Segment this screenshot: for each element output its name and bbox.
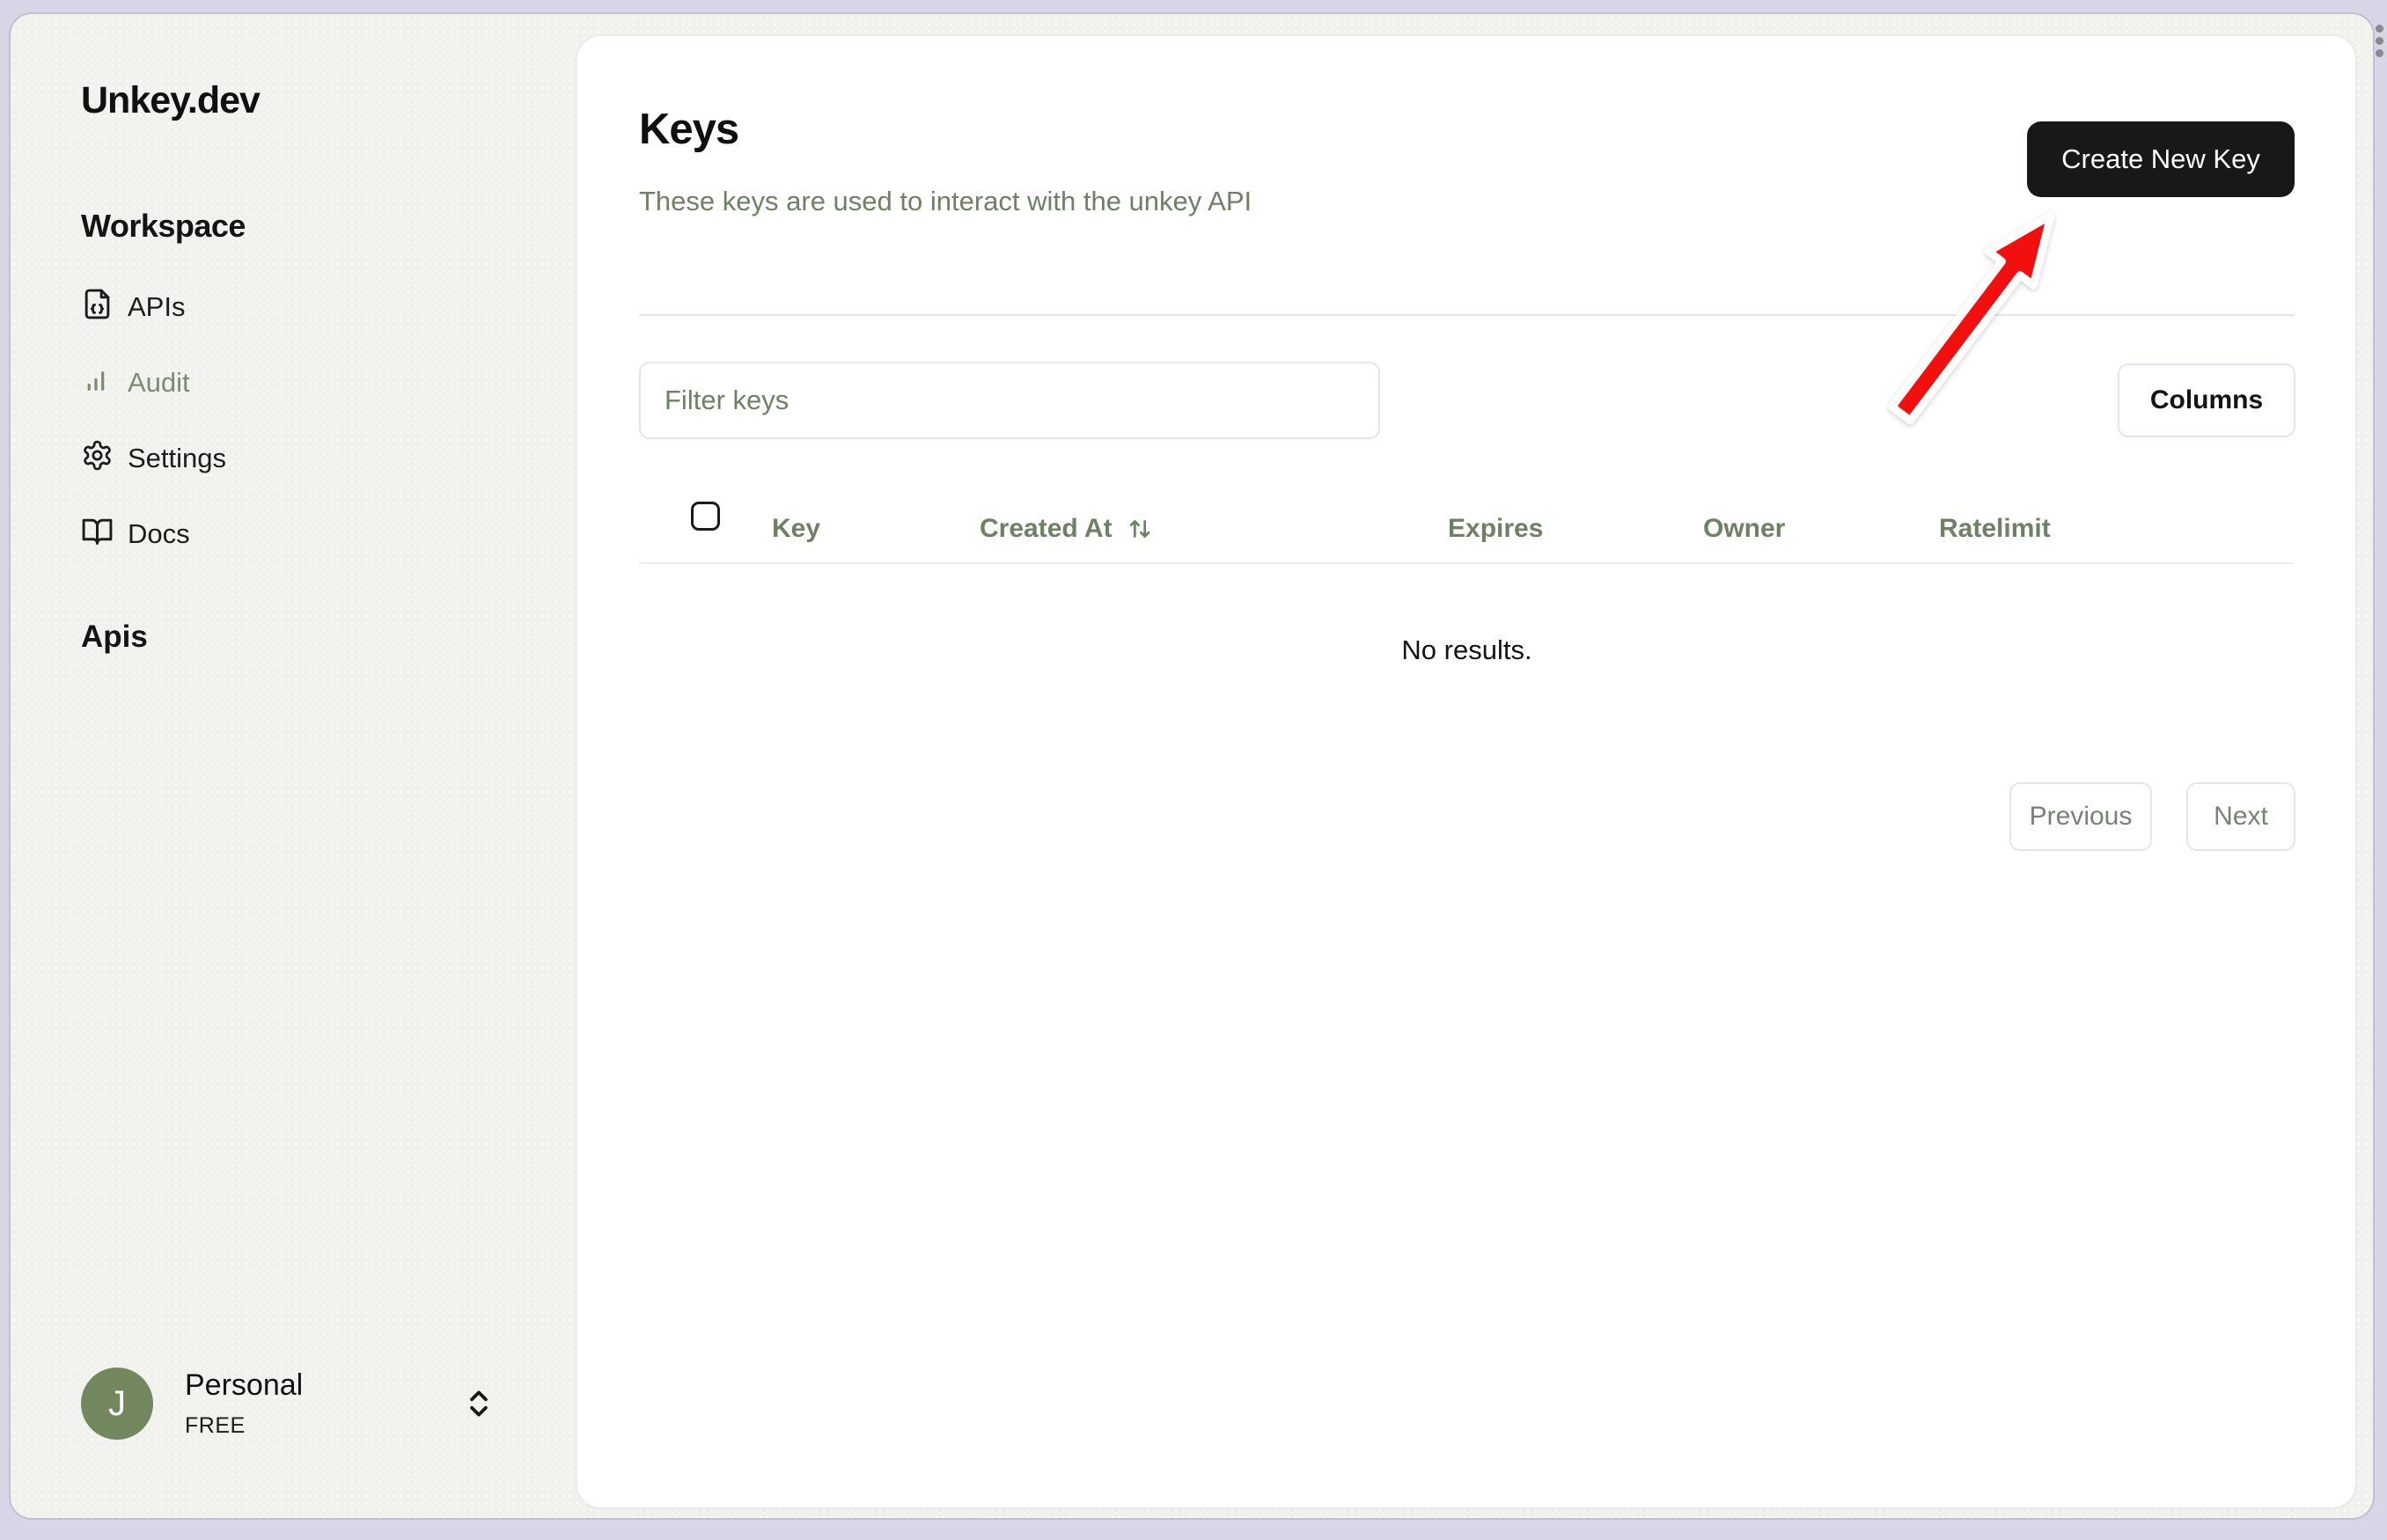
bar-chart-icon bbox=[81, 363, 114, 403]
workspace-heading: Workspace bbox=[81, 208, 246, 244]
arrows-up-down-icon bbox=[1125, 514, 1155, 544]
avatar: J bbox=[81, 1368, 153, 1440]
app-window: Unkey.dev Workspace APIs Audit Settings … bbox=[9, 12, 2375, 1520]
scroll-indicator-dots bbox=[2376, 25, 2383, 62]
sidebar-item-label: APIs bbox=[128, 291, 186, 322]
filter-keys-input[interactable] bbox=[639, 362, 1380, 439]
previous-page-button[interactable]: Previous bbox=[2009, 782, 2152, 851]
gear-icon bbox=[81, 439, 114, 479]
sidebar: Unkey.dev Workspace APIs Audit Settings … bbox=[11, 14, 577, 1518]
sidebar-item-apis[interactable]: APIs bbox=[81, 269, 503, 345]
book-open-icon bbox=[81, 515, 114, 554]
account-text: Personal FREE bbox=[185, 1368, 303, 1439]
column-header-key: Key bbox=[772, 514, 821, 543]
main-panel: Keys These keys are used to interact wit… bbox=[577, 35, 2356, 1508]
columns-button[interactable]: Columns bbox=[2118, 363, 2295, 437]
sidebar-item-label: Docs bbox=[128, 518, 190, 549]
column-header-label: Created At bbox=[980, 514, 1113, 543]
page-subtitle: These keys are used to interact with the… bbox=[639, 186, 1252, 216]
column-header-ratelimit: Ratelimit bbox=[1939, 514, 2051, 543]
apis-section-heading: Apis bbox=[81, 620, 148, 654]
empty-state-message: No results. bbox=[1401, 634, 1532, 665]
column-header-created-at[interactable]: Created At bbox=[980, 514, 1155, 544]
select-all-checkbox[interactable] bbox=[691, 502, 720, 531]
sidebar-item-label: Audit bbox=[128, 367, 190, 398]
page-title: Keys bbox=[639, 106, 739, 153]
sidebar-item-settings[interactable]: Settings bbox=[81, 421, 503, 496]
sidebar-item-docs[interactable]: Docs bbox=[81, 496, 503, 572]
chevrons-up-down-icon bbox=[462, 1387, 496, 1420]
create-new-key-button[interactable]: Create New Key bbox=[2027, 121, 2295, 197]
app-logo[interactable]: Unkey.dev bbox=[81, 79, 261, 122]
next-page-button[interactable]: Next bbox=[2186, 782, 2295, 851]
sidebar-nav: APIs Audit Settings Docs bbox=[81, 269, 503, 572]
table-header-row: Key Created At Expires Owner Ratelimit bbox=[639, 495, 2295, 564]
account-name: Personal bbox=[185, 1368, 304, 1402]
column-header-owner: Owner bbox=[1703, 514, 1786, 543]
header-divider bbox=[639, 314, 2295, 316]
plan-badge: FREE bbox=[185, 1413, 246, 1438]
workspace-switcher[interactable]: J Personal FREE bbox=[81, 1366, 503, 1441]
sidebar-item-label: Settings bbox=[128, 443, 227, 473]
sidebar-item-audit[interactable]: Audit bbox=[81, 345, 503, 421]
file-code-icon bbox=[81, 288, 114, 327]
column-header-expires: Expires bbox=[1448, 514, 1544, 543]
